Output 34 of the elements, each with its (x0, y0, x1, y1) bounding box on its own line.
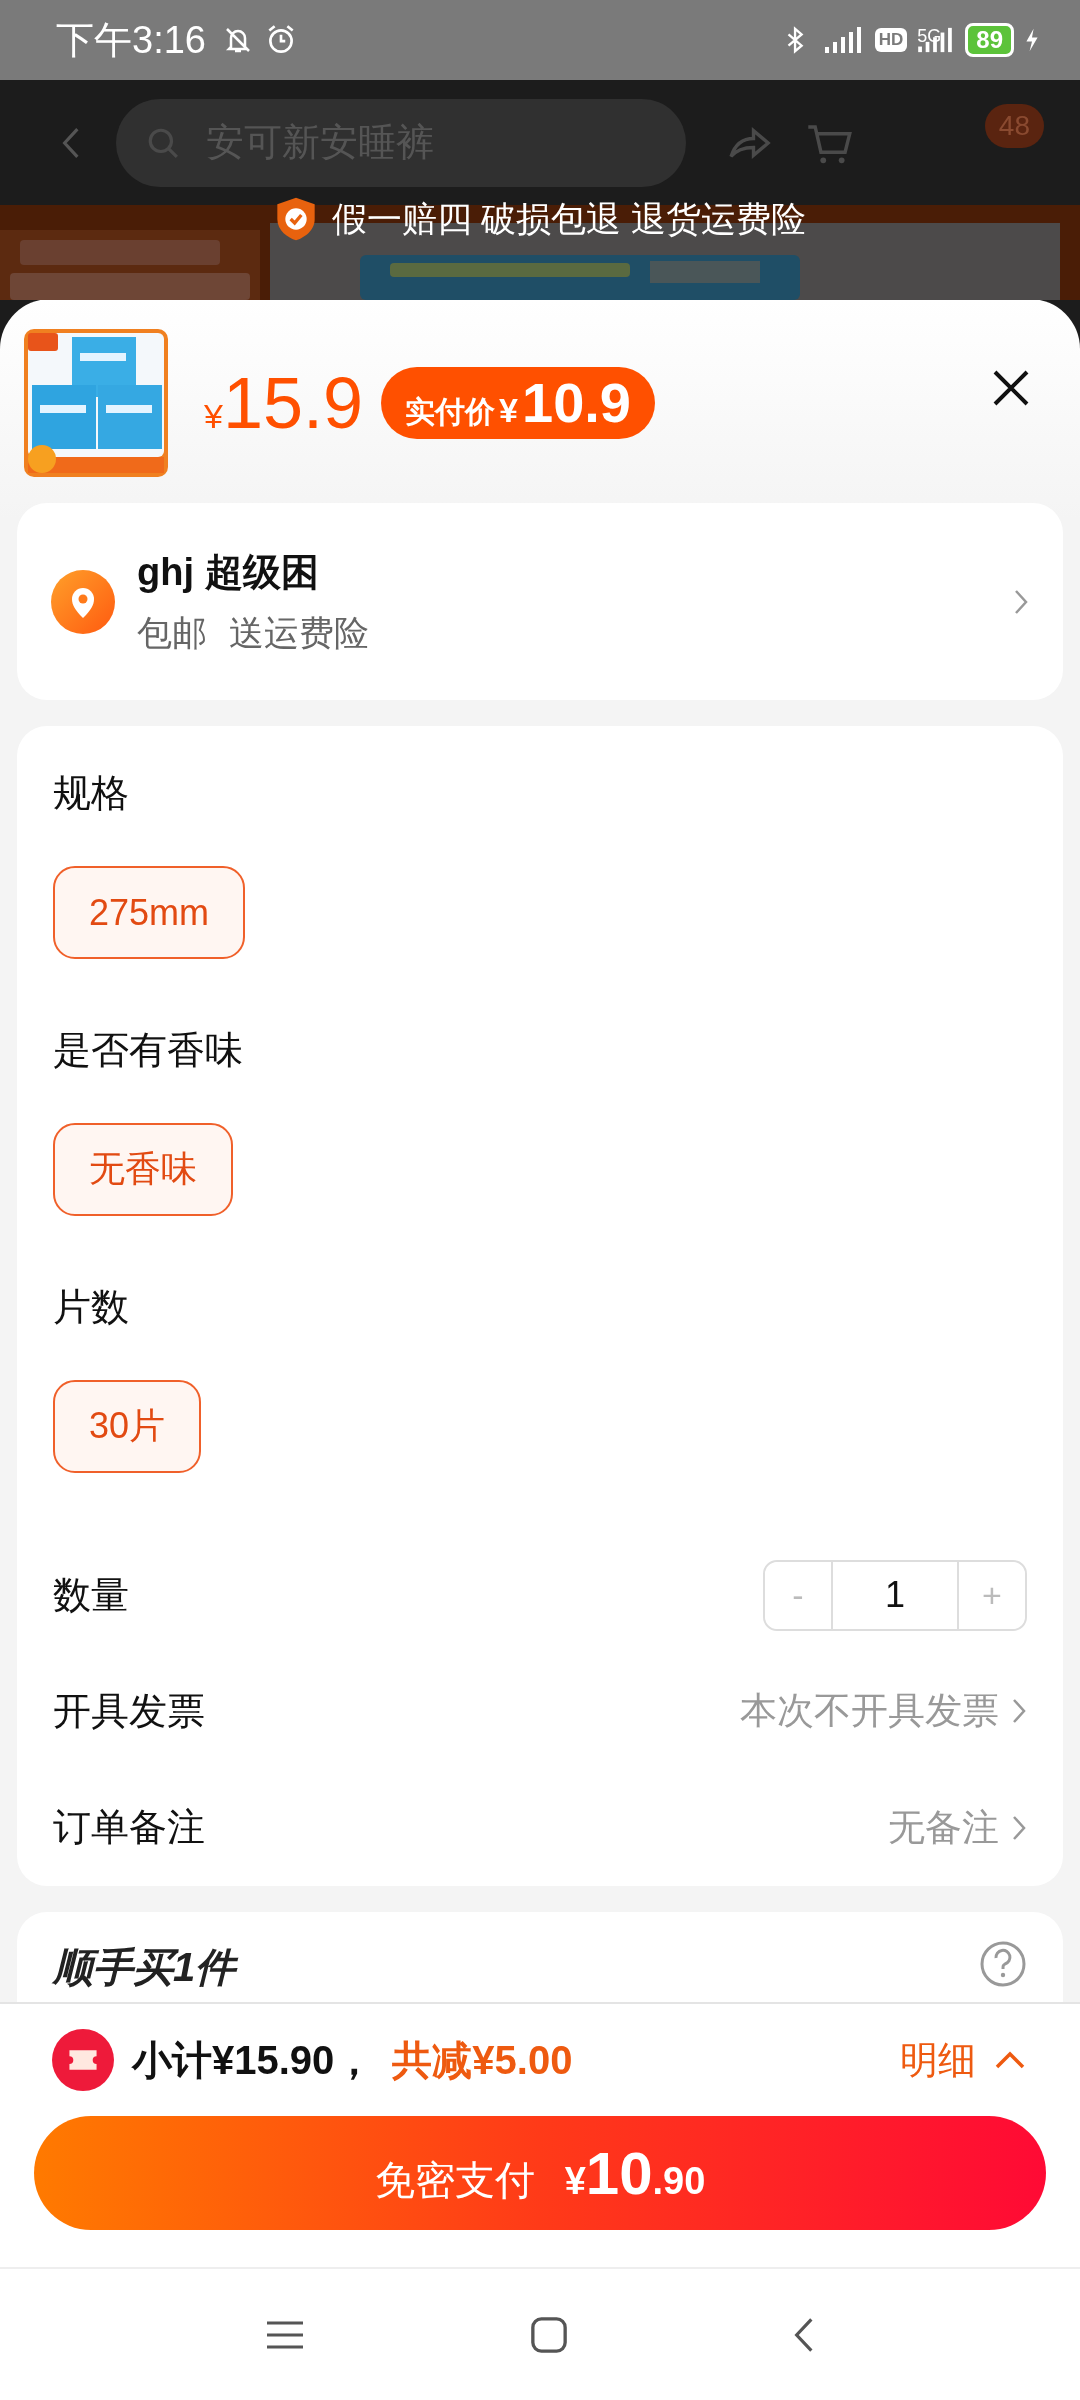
pay-button[interactable]: 免密支付 ¥10.90 (34, 2116, 1046, 2230)
option-value[interactable]: 本次不开具发票 (740, 1686, 999, 1737)
addon-title: 顺手买1件 (53, 1944, 236, 1991)
address-card[interactable]: ghj 超级困 包邮 送运费险 (17, 503, 1063, 700)
shipping-tag: 包邮 (137, 609, 207, 657)
network-label: 5G (917, 26, 942, 47)
hd-badge: HD (874, 28, 908, 52)
help-icon[interactable] (979, 1940, 1027, 1988)
caret-up-icon (994, 2050, 1026, 2070)
spec-option[interactable]: 30片 (53, 1380, 202, 1473)
status-time: 下午3:16 (56, 17, 206, 63)
ticket-icon (52, 2029, 114, 2091)
spec-option[interactable]: 275mm (53, 866, 246, 959)
option-value[interactable]: 无备注 (888, 1802, 999, 1853)
final-price-badge: 实付价¥10.9 (381, 367, 655, 439)
guarantee-text: 假一赔四 破损包退 退货运费险 (331, 197, 807, 240)
details-button[interactable]: 明细 (900, 2034, 1046, 2086)
home-icon[interactable] (530, 2315, 568, 2354)
spec-option[interactable]: 无香味 (53, 1123, 233, 1216)
recipient-name: ghj 超级困 (137, 549, 320, 595)
subtotal-text: 小计¥15.90， (132, 2036, 375, 2084)
option-label: 订单备注 (53, 1805, 206, 1851)
price: 15.9 (222, 362, 364, 444)
shipping-tag: 送运费险 (229, 609, 369, 657)
close-icon[interactable] (991, 368, 1031, 408)
option-label: 开具发票 (53, 1689, 206, 1734)
spec-title: 规格 (53, 771, 130, 816)
spec-title: 片数 (53, 1285, 130, 1330)
battery-level: 89 (965, 23, 1014, 57)
currency-sign: ¥ (204, 397, 223, 436)
discount-text: 共减¥5.00 (392, 2036, 573, 2084)
quantity-label: 数量 (53, 1572, 130, 1618)
location-pin-icon (51, 569, 115, 634)
spec-title: 是否有香味 (53, 1028, 244, 1073)
